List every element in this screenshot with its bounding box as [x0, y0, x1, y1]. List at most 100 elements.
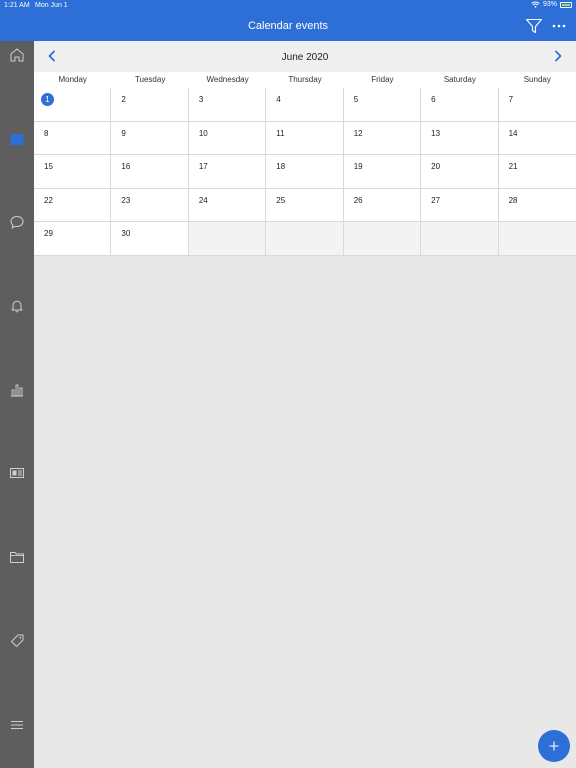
day-cell[interactable]: 20 [421, 155, 499, 189]
day-cell[interactable]: 17 [188, 155, 267, 189]
status-time: 1:21 AM [4, 2, 30, 9]
sidebar-item-tags[interactable] [5, 629, 29, 653]
day-cell[interactable]: 10 [188, 121, 267, 156]
weekday-header: Monday Tuesday Wednesday Thursday Friday… [34, 72, 576, 88]
day-number: 18 [276, 162, 286, 172]
bell-icon [11, 300, 23, 313]
sidebar-item-reports[interactable] [5, 378, 29, 402]
weekday-label: Sunday [523, 75, 551, 84]
day-number: 10 [198, 128, 208, 138]
day-cell[interactable]: 27 [421, 188, 499, 223]
day-number: 16 [121, 162, 131, 172]
day-cell[interactable]: 25 [266, 188, 344, 223]
day-number: 22 [44, 195, 53, 205]
calendar-grid: 1 2 3 4 5 6 7 8 9 10 11 12 13 14 15 16 17 18 19 20 21 22 23 24 2… [34, 88, 576, 256]
sidebar-item-menu[interactable] [5, 713, 29, 737]
news-icon [10, 468, 24, 478]
day-number: 12 [353, 128, 363, 138]
sidebar-item-documents[interactable] [5, 545, 29, 569]
day-cell[interactable]: 13 [421, 121, 499, 156]
day-number: 6 [431, 95, 436, 104]
day-cell[interactable]: 18 [266, 155, 344, 189]
home-icon [10, 48, 24, 62]
sidebar-item-chat[interactable] [5, 210, 29, 234]
day-number: 7 [508, 95, 514, 104]
empty-day-cell [343, 222, 422, 256]
battery-percent: 93% [542, 1, 557, 8]
day-cell[interactable]: 28 [498, 188, 576, 223]
weekday-label: Monday [58, 75, 87, 84]
day-number: 9 [121, 128, 126, 138]
weekday-label: Wednesday [206, 75, 249, 84]
day-number: 17 [198, 162, 208, 172]
day-number: 15 [44, 162, 53, 172]
day-number: 4 [276, 95, 281, 104]
sidebar [0, 41, 34, 768]
day-cell[interactable]: 11 [266, 121, 344, 156]
plus-icon [549, 741, 559, 751]
day-cell[interactable]: 24 [188, 188, 267, 223]
more-options-button[interactable] [550, 18, 568, 34]
menu-icon [11, 721, 23, 729]
day-cell[interactable]: 3 [188, 88, 267, 122]
day-number: 23 [121, 195, 131, 205]
day-cell[interactable]: 6 [421, 88, 499, 122]
more-icon [552, 24, 566, 28]
weekday-label: Thursday [288, 75, 322, 84]
day-cell[interactable]: 26 [343, 188, 422, 223]
chat-icon [10, 215, 24, 229]
add-event-button[interactable] [538, 730, 570, 762]
day-cell[interactable]: 4 [266, 88, 344, 122]
day-cell[interactable]: 1 [34, 88, 112, 122]
weekday-label: Tuesday [134, 75, 166, 84]
day-cell[interactable]: 19 [343, 155, 422, 189]
day-number: 26 [353, 195, 363, 205]
day-cell[interactable]: 12 [343, 121, 422, 156]
day-cell[interactable]: 23 [111, 188, 189, 223]
day-cell[interactable]: 21 [498, 155, 576, 189]
sidebar-item-calendar[interactable] [5, 127, 29, 151]
empty-day-cell [266, 222, 344, 256]
day-cell[interactable]: 5 [343, 88, 422, 122]
status-bar: 1:21 AM Mon Jun 1 93% [0, 0, 576, 12]
day-number: 2 [121, 95, 126, 104]
day-number: 28 [508, 195, 518, 205]
status-indicators: 93% [531, 1, 572, 8]
sidebar-item-news[interactable] [5, 461, 29, 485]
month-navigation: June 2020 [34, 41, 576, 72]
chevron-right-icon [555, 50, 562, 62]
weekday-label: Friday [371, 75, 394, 84]
day-cell[interactable]: 8 [34, 121, 112, 156]
next-month-button[interactable] [551, 49, 565, 63]
month-title: June 2020 [281, 52, 329, 63]
bar-chart-icon [11, 384, 23, 397]
day-number: 21 [508, 162, 518, 172]
day-number: 25 [276, 195, 286, 205]
day-cell[interactable]: 16 [111, 155, 189, 189]
battery-icon [560, 1, 572, 8]
empty-day-cell [188, 222, 267, 256]
day-cell[interactable]: 15 [34, 155, 112, 189]
day-cell[interactable]: 7 [498, 88, 576, 122]
day-cell[interactable]: 29 [34, 222, 112, 256]
day-number: 11 [276, 128, 285, 138]
day-number: 20 [431, 162, 441, 172]
sidebar-item-notifications[interactable] [5, 294, 29, 318]
day-number: 5 [353, 95, 359, 104]
day-number: 13 [431, 128, 441, 138]
day-cell[interactable]: 2 [111, 88, 189, 122]
day-number: 14 [508, 128, 518, 138]
calendar-icon [10, 134, 24, 145]
day-cell[interactable]: 30 [111, 222, 189, 256]
filter-button[interactable] [525, 18, 543, 34]
status-date: Mon Jun 1 [35, 2, 68, 9]
empty-day-cell [498, 222, 576, 256]
day-cell[interactable]: 14 [498, 121, 576, 156]
day-cell[interactable]: 22 [34, 188, 112, 223]
day-number: 29 [44, 229, 53, 239]
page-title: Calendar events [247, 20, 329, 32]
sidebar-item-home[interactable] [5, 43, 29, 67]
tag-icon [11, 634, 24, 647]
today-day-number: 1 [41, 93, 54, 106]
day-cell[interactable]: 9 [111, 121, 189, 156]
